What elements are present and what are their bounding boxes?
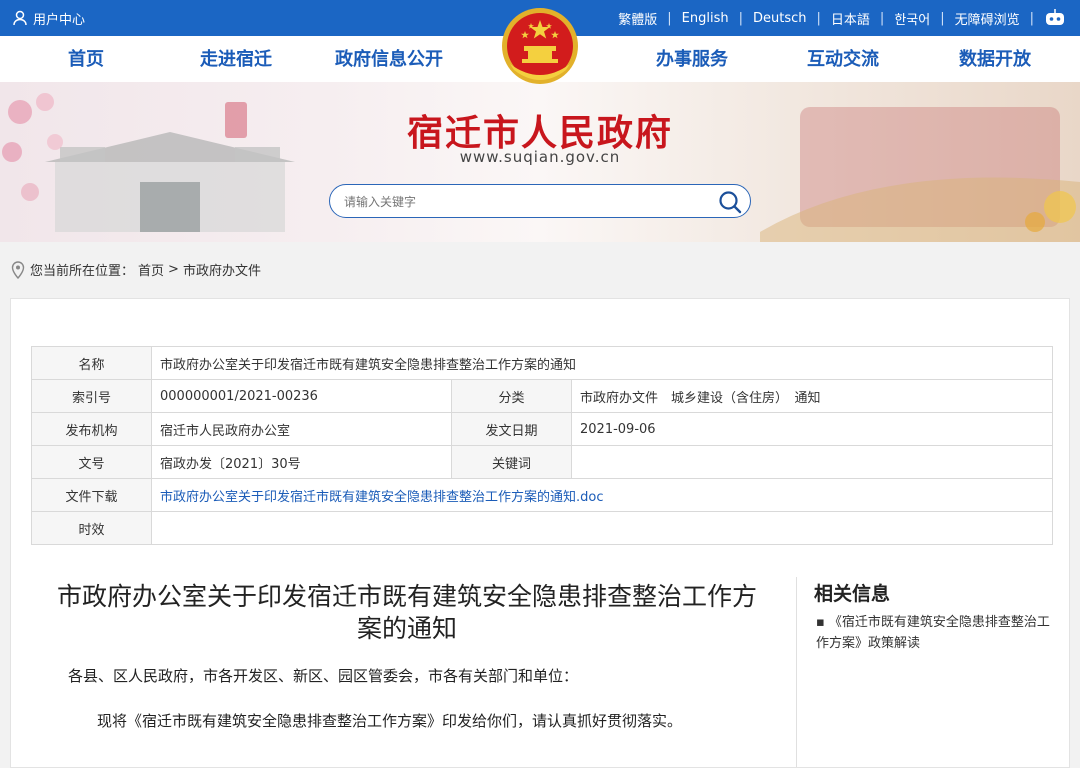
- index-value: 000000001/2021-00236: [151, 379, 452, 413]
- category-label: 分类: [451, 379, 572, 413]
- table-row: 发布机构 宿迁市人民政府办公室 发文日期 2021-09-06: [31, 412, 1053, 446]
- lang-deutsch[interactable]: Deutsch: [743, 11, 817, 26]
- user-icon: [13, 10, 27, 26]
- nav-services[interactable]: 办事服务: [642, 36, 742, 82]
- article-addressee: 各县、区人民政府，市各开发区、新区、园区管委会，市各有关部门和单位：: [68, 667, 579, 685]
- search-icon[interactable]: [718, 190, 742, 214]
- nav-open-data[interactable]: 数据开放: [945, 36, 1045, 82]
- keyword-label: 关键词: [451, 445, 572, 479]
- index-label: 索引号: [31, 379, 152, 413]
- table-row: 文号 宿政办发〔2021〕30号 关键词: [31, 445, 1053, 479]
- search-box: [329, 184, 751, 218]
- category-value: 市政府办文件 城乡建设（含住房） 通知: [571, 379, 1053, 413]
- date-label: 发文日期: [451, 412, 572, 446]
- breadcrumb: 您当前所在位置： 首页 > 市政府办文件: [10, 260, 261, 279]
- date-value: 2021-09-06: [571, 412, 1053, 446]
- user-center-link[interactable]: 用户中心: [12, 0, 85, 36]
- breadcrumb-separator: >: [168, 262, 179, 277]
- table-row: 名称 市政府办公室关于印发宿迁市既有建筑安全隐患排查整治工作方案的通知: [31, 346, 1053, 380]
- table-row: 索引号 000000001/2021-00236 分类 市政府办文件 城乡建设（…: [31, 379, 1053, 413]
- national-emblem-icon: [500, 6, 580, 90]
- docno-value: 宿政办发〔2021〕30号: [151, 445, 452, 479]
- name-label: 名称: [31, 346, 152, 380]
- sidebar-divider: [796, 577, 797, 767]
- publisher-value: 宿迁市人民政府办公室: [151, 412, 452, 446]
- accessibility-link[interactable]: 无障碍浏览: [945, 9, 1030, 28]
- docno-label: 文号: [31, 445, 152, 479]
- bullet-icon: ▪: [816, 615, 825, 630]
- related-info-title: 相关信息: [814, 583, 891, 605]
- language-bar: 繁體版 | English | Deutsch | 日本語 | 한국어 | 无障碍浏览 |: [608, 0, 1066, 36]
- related-item-label: 《宿迁市既有建筑安全隐患排查整治工作方案》政策解读: [816, 615, 1050, 651]
- download-label: 文件下载: [31, 478, 152, 512]
- lang-english[interactable]: English: [672, 11, 739, 26]
- lang-korean[interactable]: 한국어: [884, 9, 940, 28]
- keyword-value: [571, 445, 1053, 479]
- article-body: 现将《宿迁市既有建筑安全隐患排查整治工作方案》印发给你们，请认真抓好贯彻落实。: [97, 712, 683, 730]
- lang-traditional[interactable]: 繁體版: [608, 9, 667, 28]
- name-value: 市政府办公室关于印发宿迁市既有建筑安全隐患排查整治工作方案的通知: [151, 346, 1053, 380]
- nav-home[interactable]: 首页: [36, 36, 136, 82]
- nav-about[interactable]: 走进宿迁: [186, 36, 286, 82]
- location-pin-icon: [11, 260, 25, 279]
- content-card: 名称 市政府办公室关于印发宿迁市既有建筑安全隐患排查整治工作方案的通知 索引号 …: [10, 298, 1070, 768]
- table-row: 文件下载 市政府办公室关于印发宿迁市既有建筑安全隐患排查整治工作方案的通知.do…: [31, 478, 1053, 512]
- article-title: 市政府办公室关于印发宿迁市既有建筑安全隐患排查整治工作方 案的通知: [29, 581, 785, 645]
- user-center-label: 用户中心: [33, 12, 86, 28]
- article-title-line1: 市政府办公室关于印发宿迁市既有建筑安全隐患排查整治工作方: [56, 582, 757, 611]
- lang-japanese[interactable]: 日本語: [821, 9, 880, 28]
- site-url: www.suqian.gov.cn: [459, 148, 621, 166]
- article-title-line2: 案的通知: [356, 614, 457, 643]
- validity-value: [151, 511, 1053, 545]
- breadcrumb-prefix: 您当前所在位置：: [30, 264, 135, 279]
- nav-interaction[interactable]: 互动交流: [793, 36, 893, 82]
- breadcrumb-home[interactable]: 首页: [138, 260, 164, 279]
- breadcrumb-current[interactable]: 市政府办文件: [183, 260, 261, 279]
- publisher-label: 发布机构: [31, 412, 152, 446]
- table-row: 时效: [31, 511, 1053, 545]
- related-item[interactable]: ▪ 《宿迁市既有建筑安全隐患排查整治工作方案》政策解读: [816, 612, 1056, 654]
- robot-icon[interactable]: [1044, 9, 1066, 27]
- document-meta-table: 名称 市政府办公室关于印发宿迁市既有建筑安全隐患排查整治工作方案的通知 索引号 …: [31, 346, 1053, 545]
- header-banner: 宿迁市人民政府 www.suqian.gov.cn: [0, 82, 1080, 242]
- validity-label: 时效: [31, 511, 152, 545]
- download-link[interactable]: 市政府办公室关于印发宿迁市既有建筑安全隐患排查整治工作方案的通知.doc: [160, 490, 604, 505]
- nav-gov-info[interactable]: 政府信息公开: [326, 36, 452, 82]
- search-input[interactable]: [344, 192, 704, 212]
